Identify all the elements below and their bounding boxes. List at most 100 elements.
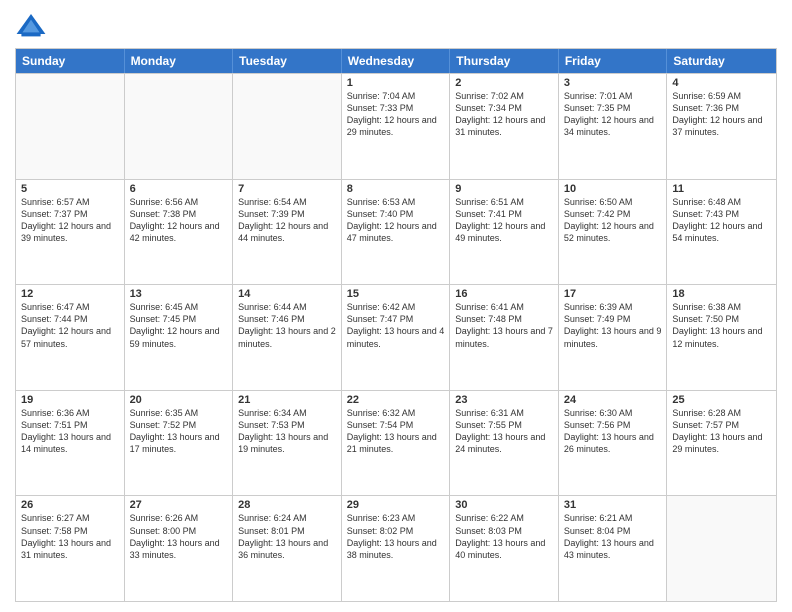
day-number: 22 [347, 394, 445, 406]
day-of-week-header: Monday [125, 49, 234, 73]
day-cell: 16Sunrise: 6:41 AM Sunset: 7:48 PM Dayli… [450, 285, 559, 390]
day-number: 13 [130, 288, 228, 300]
day-number: 11 [672, 183, 771, 195]
empty-cell [667, 496, 776, 601]
day-cell: 23Sunrise: 6:31 AM Sunset: 7:55 PM Dayli… [450, 391, 559, 496]
day-info: Sunrise: 6:38 AM Sunset: 7:50 PM Dayligh… [672, 301, 771, 350]
calendar-week-row: 5Sunrise: 6:57 AM Sunset: 7:37 PM Daylig… [16, 179, 776, 285]
day-number: 29 [347, 499, 445, 511]
day-info: Sunrise: 6:47 AM Sunset: 7:44 PM Dayligh… [21, 301, 119, 350]
calendar-week-row: 19Sunrise: 6:36 AM Sunset: 7:51 PM Dayli… [16, 390, 776, 496]
empty-cell [233, 74, 342, 179]
empty-cell [125, 74, 234, 179]
day-info: Sunrise: 6:59 AM Sunset: 7:36 PM Dayligh… [672, 90, 771, 139]
day-info: Sunrise: 6:34 AM Sunset: 7:53 PM Dayligh… [238, 407, 336, 456]
day-info: Sunrise: 6:28 AM Sunset: 7:57 PM Dayligh… [672, 407, 771, 456]
day-info: Sunrise: 6:48 AM Sunset: 7:43 PM Dayligh… [672, 196, 771, 245]
day-cell: 8Sunrise: 6:53 AM Sunset: 7:40 PM Daylig… [342, 180, 451, 285]
day-cell: 9Sunrise: 6:51 AM Sunset: 7:41 PM Daylig… [450, 180, 559, 285]
calendar-week-row: 26Sunrise: 6:27 AM Sunset: 7:58 PM Dayli… [16, 495, 776, 601]
day-info: Sunrise: 6:53 AM Sunset: 7:40 PM Dayligh… [347, 196, 445, 245]
header [15, 10, 777, 42]
page: SundayMondayTuesdayWednesdayThursdayFrid… [0, 0, 792, 612]
day-number: 25 [672, 394, 771, 406]
day-number: 24 [564, 394, 662, 406]
day-info: Sunrise: 6:54 AM Sunset: 7:39 PM Dayligh… [238, 196, 336, 245]
day-number: 16 [455, 288, 553, 300]
day-number: 27 [130, 499, 228, 511]
day-number: 19 [21, 394, 119, 406]
day-number: 30 [455, 499, 553, 511]
day-info: Sunrise: 6:32 AM Sunset: 7:54 PM Dayligh… [347, 407, 445, 456]
day-number: 26 [21, 499, 119, 511]
day-number: 8 [347, 183, 445, 195]
day-info: Sunrise: 6:23 AM Sunset: 8:02 PM Dayligh… [347, 512, 445, 561]
day-number: 28 [238, 499, 336, 511]
day-number: 7 [238, 183, 336, 195]
day-number: 10 [564, 183, 662, 195]
day-info: Sunrise: 6:42 AM Sunset: 7:47 PM Dayligh… [347, 301, 445, 350]
day-info: Sunrise: 6:56 AM Sunset: 7:38 PM Dayligh… [130, 196, 228, 245]
day-info: Sunrise: 7:04 AM Sunset: 7:33 PM Dayligh… [347, 90, 445, 139]
day-cell: 15Sunrise: 6:42 AM Sunset: 7:47 PM Dayli… [342, 285, 451, 390]
day-of-week-header: Sunday [16, 49, 125, 73]
day-number: 18 [672, 288, 771, 300]
day-info: Sunrise: 6:24 AM Sunset: 8:01 PM Dayligh… [238, 512, 336, 561]
day-cell: 19Sunrise: 6:36 AM Sunset: 7:51 PM Dayli… [16, 391, 125, 496]
day-info: Sunrise: 6:35 AM Sunset: 7:52 PM Dayligh… [130, 407, 228, 456]
day-cell: 24Sunrise: 6:30 AM Sunset: 7:56 PM Dayli… [559, 391, 668, 496]
day-info: Sunrise: 6:41 AM Sunset: 7:48 PM Dayligh… [455, 301, 553, 350]
day-number: 6 [130, 183, 228, 195]
day-cell: 1Sunrise: 7:04 AM Sunset: 7:33 PM Daylig… [342, 74, 451, 179]
calendar-header-row: SundayMondayTuesdayWednesdayThursdayFrid… [16, 49, 776, 73]
day-cell: 29Sunrise: 6:23 AM Sunset: 8:02 PM Dayli… [342, 496, 451, 601]
day-cell: 5Sunrise: 6:57 AM Sunset: 7:37 PM Daylig… [16, 180, 125, 285]
day-cell: 4Sunrise: 6:59 AM Sunset: 7:36 PM Daylig… [667, 74, 776, 179]
day-of-week-header: Thursday [450, 49, 559, 73]
day-number: 1 [347, 77, 445, 89]
day-cell: 17Sunrise: 6:39 AM Sunset: 7:49 PM Dayli… [559, 285, 668, 390]
calendar-week-row: 1Sunrise: 7:04 AM Sunset: 7:33 PM Daylig… [16, 73, 776, 179]
day-number: 14 [238, 288, 336, 300]
day-cell: 7Sunrise: 6:54 AM Sunset: 7:39 PM Daylig… [233, 180, 342, 285]
day-cell: 28Sunrise: 6:24 AM Sunset: 8:01 PM Dayli… [233, 496, 342, 601]
day-info: Sunrise: 6:36 AM Sunset: 7:51 PM Dayligh… [21, 407, 119, 456]
day-cell: 18Sunrise: 6:38 AM Sunset: 7:50 PM Dayli… [667, 285, 776, 390]
logo-icon [15, 10, 47, 42]
day-of-week-header: Friday [559, 49, 668, 73]
day-info: Sunrise: 6:57 AM Sunset: 7:37 PM Dayligh… [21, 196, 119, 245]
day-cell: 6Sunrise: 6:56 AM Sunset: 7:38 PM Daylig… [125, 180, 234, 285]
day-number: 17 [564, 288, 662, 300]
day-cell: 31Sunrise: 6:21 AM Sunset: 8:04 PM Dayli… [559, 496, 668, 601]
day-info: Sunrise: 6:27 AM Sunset: 7:58 PM Dayligh… [21, 512, 119, 561]
day-info: Sunrise: 6:39 AM Sunset: 7:49 PM Dayligh… [564, 301, 662, 350]
day-info: Sunrise: 6:26 AM Sunset: 8:00 PM Dayligh… [130, 512, 228, 561]
day-info: Sunrise: 6:44 AM Sunset: 7:46 PM Dayligh… [238, 301, 336, 350]
day-cell: 26Sunrise: 6:27 AM Sunset: 7:58 PM Dayli… [16, 496, 125, 601]
day-cell: 30Sunrise: 6:22 AM Sunset: 8:03 PM Dayli… [450, 496, 559, 601]
day-cell: 25Sunrise: 6:28 AM Sunset: 7:57 PM Dayli… [667, 391, 776, 496]
day-number: 9 [455, 183, 553, 195]
calendar-week-row: 12Sunrise: 6:47 AM Sunset: 7:44 PM Dayli… [16, 284, 776, 390]
day-of-week-header: Tuesday [233, 49, 342, 73]
calendar: SundayMondayTuesdayWednesdayThursdayFrid… [15, 48, 777, 602]
day-info: Sunrise: 6:45 AM Sunset: 7:45 PM Dayligh… [130, 301, 228, 350]
day-info: Sunrise: 6:31 AM Sunset: 7:55 PM Dayligh… [455, 407, 553, 456]
day-info: Sunrise: 6:50 AM Sunset: 7:42 PM Dayligh… [564, 196, 662, 245]
day-number: 5 [21, 183, 119, 195]
day-number: 3 [564, 77, 662, 89]
day-cell: 13Sunrise: 6:45 AM Sunset: 7:45 PM Dayli… [125, 285, 234, 390]
day-cell: 21Sunrise: 6:34 AM Sunset: 7:53 PM Dayli… [233, 391, 342, 496]
day-number: 12 [21, 288, 119, 300]
day-number: 21 [238, 394, 336, 406]
day-info: Sunrise: 6:21 AM Sunset: 8:04 PM Dayligh… [564, 512, 662, 561]
day-number: 15 [347, 288, 445, 300]
logo [15, 10, 51, 42]
day-number: 2 [455, 77, 553, 89]
day-cell: 20Sunrise: 6:35 AM Sunset: 7:52 PM Dayli… [125, 391, 234, 496]
day-of-week-header: Saturday [667, 49, 776, 73]
day-cell: 10Sunrise: 6:50 AM Sunset: 7:42 PM Dayli… [559, 180, 668, 285]
day-cell: 2Sunrise: 7:02 AM Sunset: 7:34 PM Daylig… [450, 74, 559, 179]
day-number: 20 [130, 394, 228, 406]
day-info: Sunrise: 6:22 AM Sunset: 8:03 PM Dayligh… [455, 512, 553, 561]
